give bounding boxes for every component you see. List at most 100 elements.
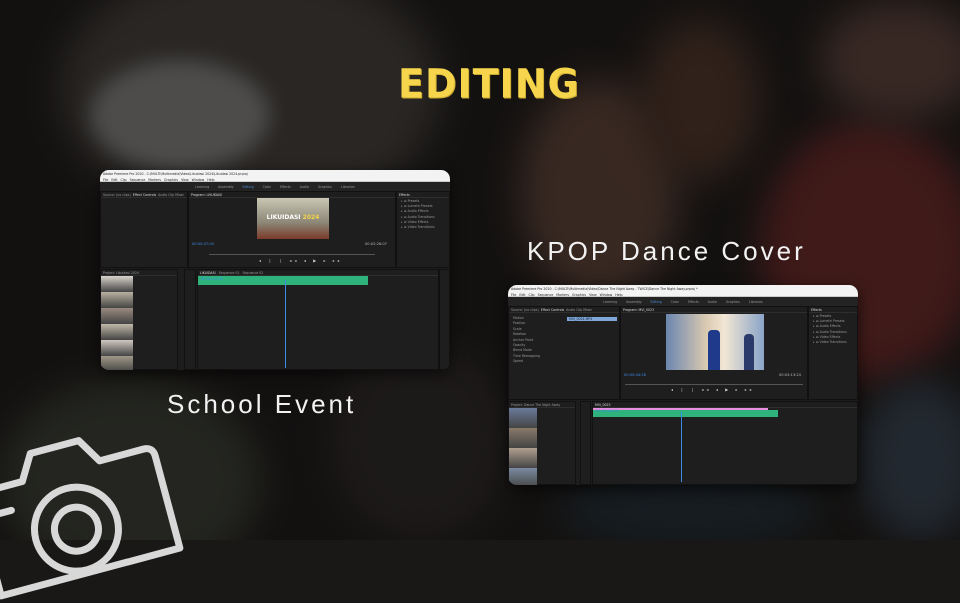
- menu-graphics[interactable]: Graphics: [572, 293, 586, 297]
- tab-effects[interactable]: Effects: [811, 308, 822, 312]
- duration-timecode: 00:03:13:24: [779, 373, 801, 377]
- workspace-tab-libraries[interactable]: Libraries: [749, 300, 763, 304]
- effects-folder[interactable]: Video Transitions: [401, 225, 445, 230]
- menu-markers[interactable]: Markers: [148, 178, 161, 182]
- audio-clip[interactable]: [198, 276, 368, 285]
- menu-markers[interactable]: Markers: [556, 293, 569, 297]
- tab-program[interactable]: Program: MVI_0023: [623, 308, 654, 312]
- workspace-tab-learning[interactable]: Learning: [603, 300, 617, 304]
- menu-view[interactable]: View: [589, 293, 597, 297]
- section-heading: EDITING: [398, 60, 580, 108]
- tab-sequence[interactable]: Sequence 02: [242, 271, 263, 275]
- playhead-timecode[interactable]: 00:00:44:28: [624, 373, 646, 377]
- workspace-tab-assembly[interactable]: Assembly: [626, 300, 641, 304]
- program-monitor: Program: MVI_0023 00:00:44:28 00:03:13:2…: [620, 306, 808, 400]
- effects-panel: Effects PresetsLumetri PresetsAudio Effe…: [396, 191, 450, 268]
- media-thumbnail[interactable]: [101, 356, 133, 370]
- menu-edit[interactable]: Edit: [519, 293, 525, 297]
- media-thumbnail[interactable]: [101, 276, 133, 292]
- dancer: [708, 330, 720, 370]
- workspace-tab-effects[interactable]: Effects: [688, 300, 699, 304]
- dancer: [744, 334, 754, 370]
- workspace-tab-assembly[interactable]: Assembly: [218, 185, 233, 189]
- tab-source: Source: (no clips): [103, 193, 131, 197]
- caption-kpop-dance-cover: KPOP Dance Cover: [527, 236, 806, 266]
- window-title: Adobe Premiere Pro 2020 - C:\MULTI\Multi…: [508, 285, 858, 292]
- media-thumbnail[interactable]: [509, 448, 537, 468]
- menu-window[interactable]: Window: [192, 178, 205, 182]
- tab-effects[interactable]: Effects: [399, 193, 410, 197]
- overlay-title: LIKUIDASI 2024: [266, 214, 320, 221]
- tab-source[interactable]: Source: (no clips): [511, 308, 539, 312]
- workspace-bar: Learning Assembly Editing Color Effects Audio…: [508, 297, 858, 306]
- project-panel: Project: Likuidasi 2024: [100, 269, 178, 370]
- clip-bar[interactable]: MVI_0024.MP4: [567, 317, 617, 321]
- tab-sequence[interactable]: LIKUIDASI: [200, 271, 216, 275]
- menu-view[interactable]: View: [181, 178, 189, 182]
- caption-school-event: School Event: [167, 389, 357, 419]
- timeline-timecode[interactable]: 00:00:44:28: [596, 409, 618, 413]
- tools-panel: [184, 269, 196, 370]
- playhead[interactable]: [285, 280, 286, 368]
- workspace-tab-audio[interactable]: Audio: [300, 185, 309, 189]
- tab-effect-controls[interactable]: Effect Controls: [541, 308, 564, 312]
- menu-window[interactable]: Window: [600, 293, 613, 297]
- tab-sequence[interactable]: MVI_0023: [595, 403, 611, 407]
- media-thumbnail[interactable]: [101, 340, 133, 356]
- effect-property[interactable]: Speed: [513, 359, 560, 364]
- workspace-tab-audio[interactable]: Audio: [708, 300, 717, 304]
- scrub-bar[interactable]: [209, 254, 375, 255]
- tab-project[interactable]: Project: Dance The Night Away: [511, 403, 560, 407]
- media-thumbnail[interactable]: [509, 408, 537, 428]
- menu-file[interactable]: File: [103, 178, 108, 182]
- workspace-tab-color[interactable]: Color: [263, 185, 271, 189]
- audio-clip[interactable]: [593, 409, 778, 417]
- workspace-tab-graphics[interactable]: Graphics: [726, 300, 740, 304]
- premiere-screenshot-school-event: Adobe Premiere Pro 2020 - C:\MULTI\Multi…: [100, 170, 450, 370]
- workspace-tab-libraries[interactable]: Libraries: [341, 185, 355, 189]
- media-thumbnail[interactable]: [101, 292, 133, 308]
- tab-audio-mixer[interactable]: Audio Clip Mixer: [566, 308, 592, 312]
- menu-help[interactable]: Help: [615, 293, 622, 297]
- media-thumbnail[interactable]: [509, 468, 537, 485]
- workspace-tab-effects[interactable]: Effects: [280, 185, 291, 189]
- timeline-timecode[interactable]: 00:00:47:04: [201, 277, 223, 281]
- tab-sequence[interactable]: Sequence 01: [219, 271, 240, 275]
- effects-folder[interactable]: Video Transitions: [813, 340, 853, 345]
- menu-clip[interactable]: Clip: [529, 293, 535, 297]
- menu-graphics[interactable]: Graphics: [164, 178, 178, 182]
- tab-program[interactable]: Program: LIKUIDASI: [191, 193, 222, 197]
- effects-list: PresetsLumetri PresetsAudio EffectsAudio…: [397, 198, 449, 231]
- workspace-tab-editing[interactable]: Editing: [243, 185, 254, 189]
- menu-help[interactable]: Help: [207, 178, 214, 182]
- program-monitor: Program: LIKUIDASI LIKUIDASI 2024 00:00:…: [188, 191, 396, 268]
- menu-clip[interactable]: Clip: [121, 178, 127, 182]
- tab-audio-mixer[interactable]: Audio Clip Mixer: [158, 193, 184, 197]
- source-panel: Source: (no clips) Effect Controls Audio…: [100, 191, 188, 268]
- menu-file[interactable]: File: [511, 293, 516, 297]
- tab-project[interactable]: Project: Likuidasi 2024: [103, 271, 139, 275]
- scrub-bar[interactable]: [625, 384, 803, 385]
- window-title: Adobe Premiere Pro 2020 - C:\MULTI\Multi…: [100, 170, 450, 177]
- playhead[interactable]: [681, 412, 682, 482]
- audio-meter: [439, 269, 450, 370]
- playhead-timecode[interactable]: 00:00:47:04: [192, 242, 214, 246]
- media-thumbnail[interactable]: [101, 324, 133, 340]
- tab-effect-controls[interactable]: Effect Controls: [133, 193, 156, 197]
- workspace-tab-editing[interactable]: Editing: [651, 300, 662, 304]
- menu-sequence[interactable]: Sequence: [538, 293, 554, 297]
- menu-sequence[interactable]: Sequence: [130, 178, 146, 182]
- timeline-panel: LIKUIDASI Sequence 01 Sequence 02 00:00:…: [197, 269, 439, 370]
- tools-panel: [580, 401, 591, 485]
- program-video-frame: LIKUIDASI 2024: [257, 198, 329, 239]
- program-video-frame: [666, 314, 764, 370]
- media-thumbnail[interactable]: [101, 308, 133, 324]
- media-thumbnail[interactable]: [509, 428, 537, 448]
- timeline-panel: MVI_0023 00:00:44:28: [592, 401, 858, 485]
- transport-controls[interactable]: ◂ ❘ ❘ ◂◂ ◂ ▶ ▸ ▸▸: [671, 387, 755, 392]
- workspace-tab-learning[interactable]: Learning: [195, 185, 209, 189]
- workspace-tab-graphics[interactable]: Graphics: [318, 185, 332, 189]
- workspace-tab-color[interactable]: Color: [671, 300, 679, 304]
- transport-controls[interactable]: ◂ ❘ ❘ ◂◂ ◂ ▶ ▸ ▸▸: [259, 258, 343, 263]
- menu-edit[interactable]: Edit: [111, 178, 117, 182]
